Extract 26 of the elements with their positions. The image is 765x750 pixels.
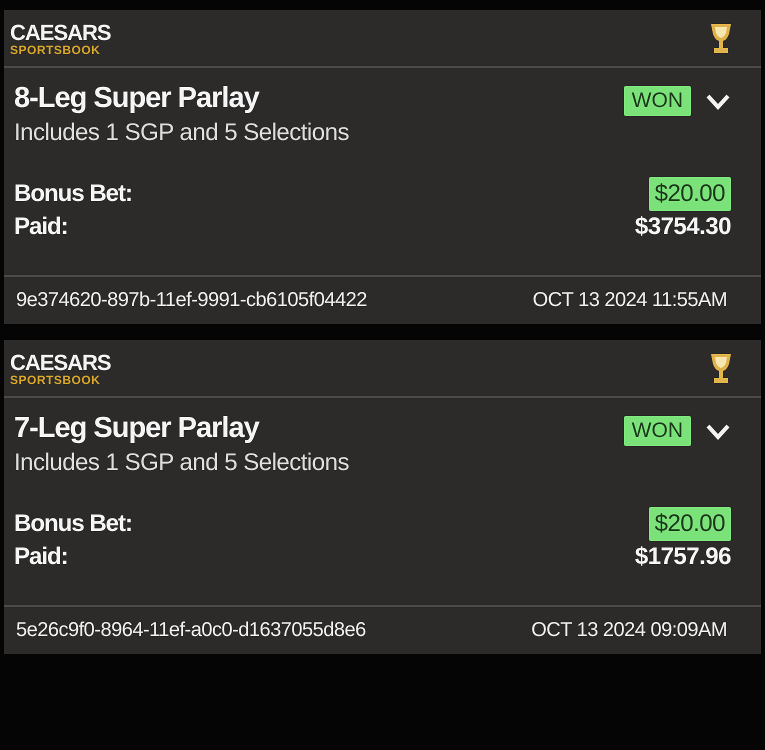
row-label: Paid: [14,543,68,571]
brand-name: CAESARS [10,22,111,44]
bet-subtitle: Includes 1 SGP and 5 Selections [14,119,349,147]
row-label: Paid: [14,213,68,241]
chevron-icon[interactable] [705,92,731,110]
bet-date: OCT 13 2024 11:55AM [532,289,727,312]
status-badge: WON [624,416,691,446]
row-label: Bonus Bet: [14,510,132,538]
brand-subtitle: SPORTSBOOK [10,374,102,386]
bonus-amount: $20.00 [648,507,731,541]
bet-title: 8-Leg Super Parlay [14,82,260,115]
row-label: Bonus Bet: [14,180,132,208]
bet-date: OCT 13 2024 09:09AM [531,619,727,642]
paid-amount: $1757.96 [634,543,731,571]
bet-id: 9e374620-897b-11ef-9991-cb6105f04422 [16,289,367,312]
trophy-icon [709,22,733,56]
paid-amount: $3754.30 [634,213,731,241]
bet-subtitle: Includes 1 SGP and 5 Selections [14,449,349,477]
bonus-amount: $20.00 [648,177,731,211]
brand-name: CAESARS [10,352,111,374]
chevron-icon[interactable] [705,422,731,440]
bet-id: 5e26c9f0-8964-11ef-a0c0-d1637055d8e6 [16,619,366,642]
trophy-icon [709,352,733,386]
bet-title: 7-Leg Super Parlay [14,412,260,445]
status-badge: WON [624,86,691,116]
brand-subtitle: SPORTSBOOK [10,44,102,56]
